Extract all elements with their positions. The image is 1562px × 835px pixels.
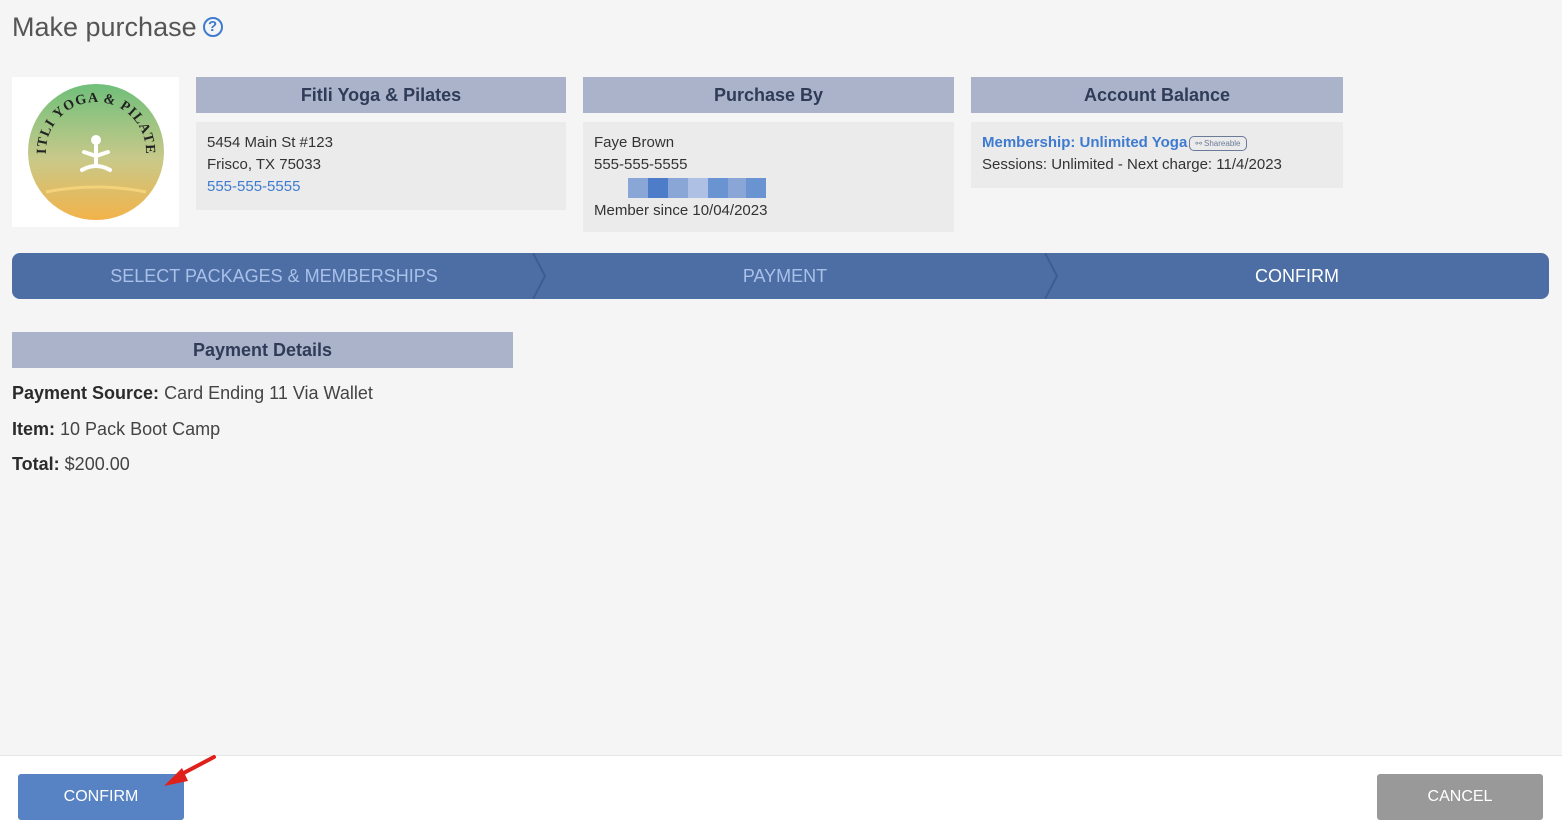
payment-source-label: Payment Source:	[12, 383, 160, 403]
step-divider-2	[1045, 253, 1059, 299]
account-card-header: Account Balance	[971, 77, 1343, 113]
item-row: Item: 10 Pack Boot Camp	[12, 419, 220, 440]
total-row: Total: $200.00	[12, 454, 130, 475]
step-select-packages[interactable]: SELECT PACKAGES & MEMBERSHIPS	[12, 253, 536, 299]
yoga-logo-icon: FITLI YOGA & PILATES	[26, 82, 164, 220]
question-circle-icon[interactable]: ?	[202, 16, 223, 37]
purchaser-name: Faye Brown	[594, 134, 675, 151]
footer-bar: CONFIRM CANCEL	[0, 755, 1562, 835]
title-row: Make purchase ?	[12, 12, 223, 43]
payment-details-header: Payment Details	[12, 332, 513, 368]
annotation-arrow-icon	[164, 755, 216, 786]
payment-source-row: Payment Source: Card Ending 11 Via Walle…	[12, 383, 373, 404]
item-label: Item:	[12, 419, 56, 439]
share-icon: ⚯	[1195, 138, 1203, 148]
membership-sessions: Sessions: Unlimited - Next charge: 11/4/…	[982, 156, 1282, 173]
step-confirm[interactable]: CONFIRM	[1059, 253, 1535, 299]
purchaser-phone: 555-555-5555	[594, 156, 688, 173]
studio-card-body: 5454 Main St #123 Frisco, TX 75033 555-5…	[196, 122, 566, 210]
membership-name-link[interactable]: Membership: Unlimited Yoga	[982, 134, 1187, 151]
step-payment[interactable]: PAYMENT	[547, 253, 1023, 299]
shareable-badge-label: Shareable	[1204, 138, 1241, 148]
payment-source-value: Card Ending 11 Via Wallet	[164, 383, 373, 403]
step-divider-1	[533, 253, 547, 299]
studio-card: Fitli Yoga & Pilates 5454 Main St #123 F…	[196, 77, 566, 210]
studio-address-line2: Frisco, TX 75033	[207, 156, 321, 173]
shareable-badge: ⚯ Shareable	[1189, 135, 1247, 151]
purchaser-card-header: Purchase By	[583, 77, 954, 113]
studio-address-line1: 5454 Main St #123	[207, 134, 333, 151]
member-barcode	[628, 178, 943, 198]
page-title: Make purchase	[12, 12, 197, 42]
purchaser-card-body: Faye Brown 555-555-5555 Member since 10/…	[583, 122, 954, 232]
item-value: 10 Pack Boot Camp	[60, 419, 221, 439]
studio-card-header: Fitli Yoga & Pilates	[196, 77, 566, 113]
studio-logo: FITLI YOGA & PILATES	[12, 77, 179, 227]
studio-phone-link[interactable]: 555-555-5555	[207, 176, 555, 198]
purchaser-card: Purchase By Faye Brown 555-555-5555 Memb…	[583, 77, 954, 232]
checkout-stepper: SELECT PACKAGES & MEMBERSHIPS PAYMENT CO…	[12, 253, 1549, 299]
total-label: Total:	[12, 454, 60, 474]
account-card-body: Membership: Unlimited Yoga ⚯ Shareable Ses…	[971, 122, 1343, 188]
cancel-button[interactable]: CANCEL	[1377, 774, 1543, 820]
account-card: Account Balance Membership: Unlimited Yo…	[971, 77, 1343, 188]
total-value: $200.00	[64, 454, 130, 474]
member-since: Member since 10/04/2023	[594, 202, 768, 219]
